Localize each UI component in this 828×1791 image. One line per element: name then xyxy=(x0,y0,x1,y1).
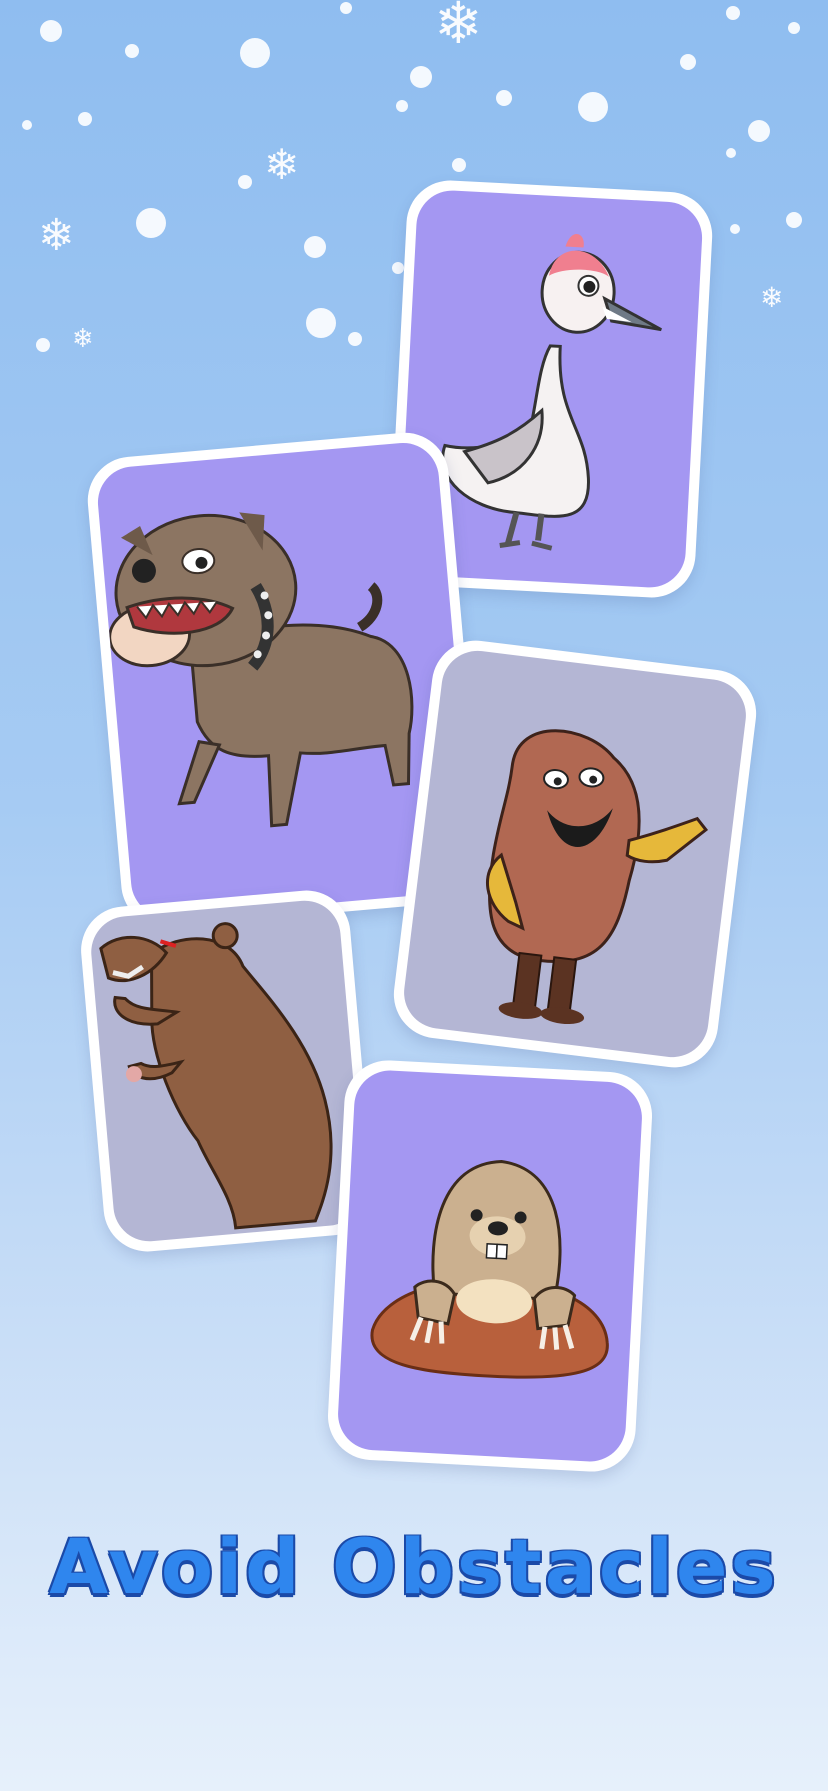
snow-dot xyxy=(452,158,466,172)
snow-dot xyxy=(125,44,139,58)
snow-dot xyxy=(786,212,802,228)
potato-creature-illustration xyxy=(486,729,709,1025)
snowflake-icon: ❄ xyxy=(264,140,300,189)
screen-title: Avoid Obstacles xyxy=(49,1522,779,1611)
snowflake-icon: ❄ xyxy=(760,281,784,314)
snow-dot xyxy=(22,120,32,130)
bear-illustration xyxy=(99,922,333,1230)
snow-dot xyxy=(78,112,92,126)
snow-dot xyxy=(36,338,50,352)
snow-dot xyxy=(496,90,512,106)
snow-dot xyxy=(240,38,270,68)
snow-dot xyxy=(136,208,166,238)
snow-dot xyxy=(680,54,696,70)
snowflake-icon: ❄ xyxy=(434,0,483,57)
snow-dot xyxy=(578,92,608,122)
snow-dot xyxy=(40,20,62,42)
snow-dot xyxy=(726,148,736,158)
snow-dot xyxy=(306,308,336,338)
snow-dot xyxy=(396,100,408,112)
snow-dot xyxy=(788,22,800,34)
snow-dot xyxy=(340,2,352,14)
snow-dot xyxy=(748,120,770,142)
snowflake-icon: ❄ xyxy=(72,324,94,354)
mole-illustration xyxy=(370,1159,609,1379)
snow-dot xyxy=(304,236,326,258)
snow-dot xyxy=(726,6,740,20)
snow-dot xyxy=(348,332,362,346)
snow-dot xyxy=(730,224,740,234)
obstacle-card-mole xyxy=(325,1058,655,1474)
snow-dot xyxy=(238,175,252,189)
snow-dot xyxy=(410,66,432,88)
snow-dot xyxy=(392,262,404,274)
snowflake-icon: ❄ xyxy=(38,210,75,261)
obstacle-card-potato xyxy=(388,635,762,1073)
obstacle-card-bear xyxy=(77,886,377,1256)
